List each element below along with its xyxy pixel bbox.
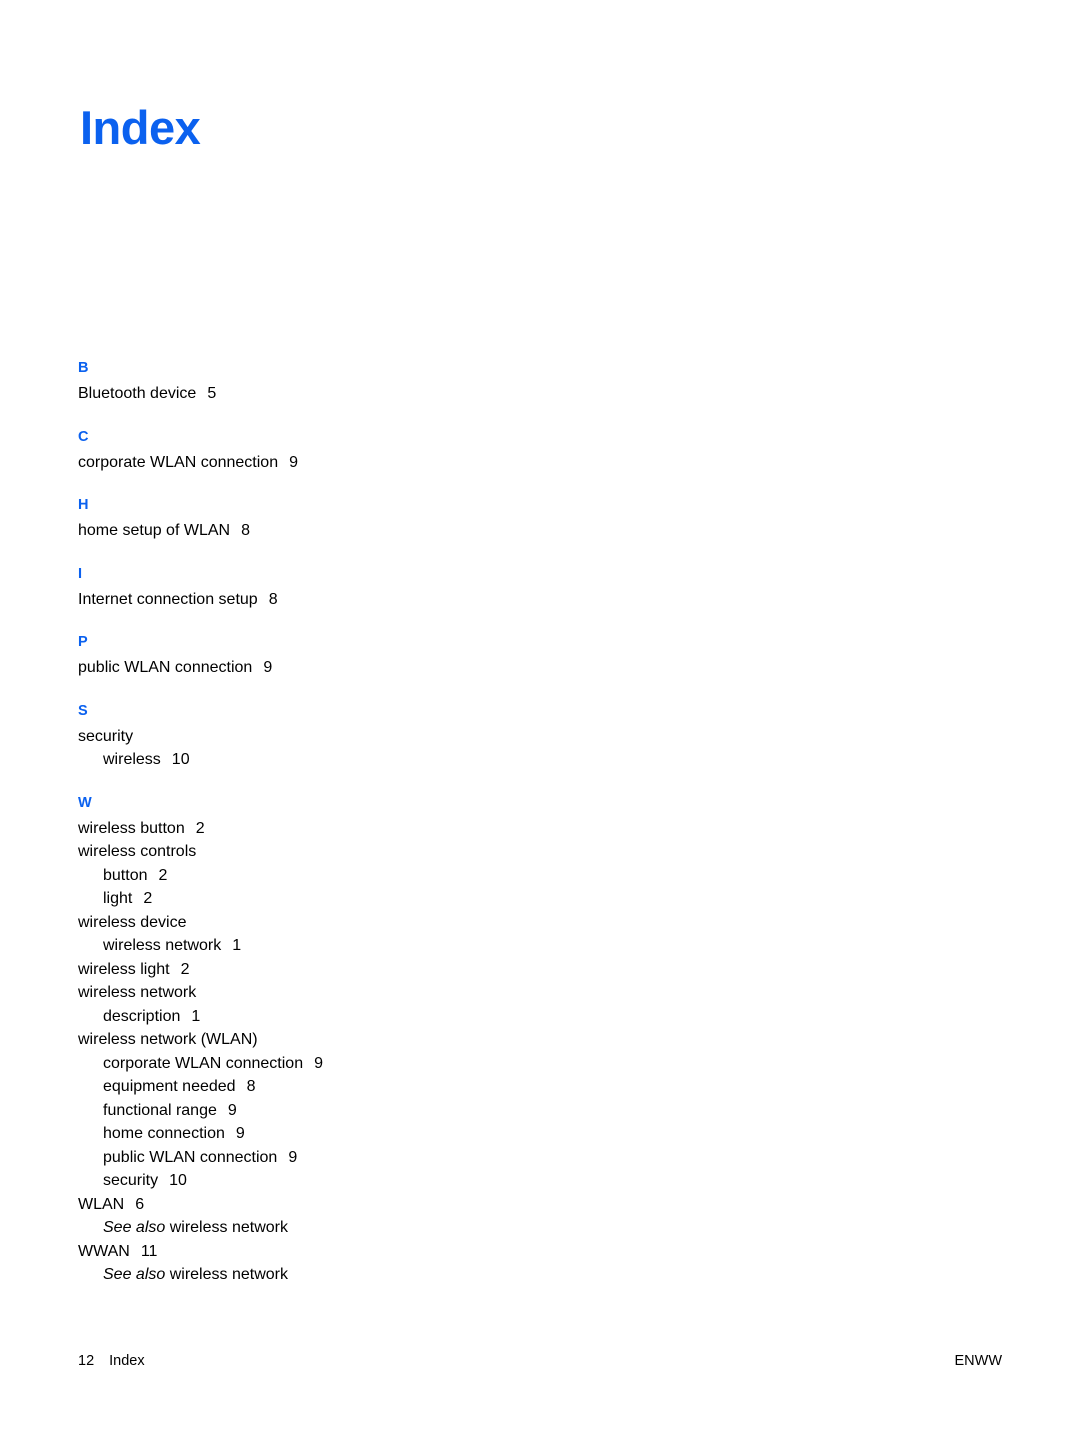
index-entry[interactable]: security 10 bbox=[78, 1169, 498, 1193]
index-entry[interactable]: description 1 bbox=[78, 1005, 498, 1029]
section-letter-i: I bbox=[78, 565, 83, 582]
index-entry-term: equipment needed bbox=[103, 1078, 236, 1095]
index-entry-page-number: 8 bbox=[246, 1078, 256, 1095]
index-entry-page-number: 1 bbox=[191, 1007, 201, 1025]
index-entry[interactable]: See also wireless network bbox=[78, 1263, 498, 1287]
index-entry[interactable]: public WLAN connection 9 bbox=[78, 1146, 498, 1170]
index-entry-term: See also wireless network bbox=[103, 1266, 288, 1283]
index-entry-term: wireless light bbox=[78, 960, 170, 978]
index-entry-term: home setup of WLAN bbox=[78, 522, 231, 539]
footer-section-label: Index bbox=[109, 1353, 145, 1369]
index-entry-term: Bluetooth device bbox=[78, 385, 197, 402]
index-entry[interactable]: WWAN 11 bbox=[78, 1240, 498, 1264]
index-entry-term: wireless button bbox=[78, 819, 185, 837]
index-entry-page-number: 1 bbox=[232, 937, 242, 954]
index-entry[interactable]: corporate WLAN connection 9 bbox=[78, 451, 498, 475]
index-entry[interactable]: wireless network 1 bbox=[78, 934, 498, 958]
section-letter-w: W bbox=[78, 794, 92, 811]
index-entry-page-number: 9 bbox=[288, 1148, 298, 1166]
index-entry-term: WLAN bbox=[78, 1195, 125, 1213]
index-entry-page-number: 9 bbox=[227, 1101, 237, 1119]
index-entry-page-number: 2 bbox=[143, 890, 153, 907]
index-entry[interactable]: Bluetooth device 5 bbox=[78, 382, 498, 406]
index-entry[interactable]: public WLAN connection 9 bbox=[78, 656, 498, 680]
index-entry-page-number: 8 bbox=[268, 590, 278, 608]
index-entry[interactable]: Internet connection setup 8 bbox=[78, 588, 498, 612]
index-section: Ppublic WLAN connection 9 bbox=[78, 632, 498, 680]
index-entry[interactable]: home setup of WLAN 8 bbox=[78, 519, 498, 543]
index-entry-term: wireless bbox=[103, 751, 161, 768]
index-entry-page-number: 10 bbox=[169, 1172, 187, 1189]
index-entry-term: WWAN bbox=[78, 1242, 130, 1260]
index-entry-page-number: 9 bbox=[263, 659, 273, 676]
index-entry[interactable]: WLAN 6 bbox=[78, 1193, 498, 1217]
index-entry-term: public WLAN connection bbox=[78, 659, 253, 676]
index-entry[interactable]: wireless light 2 bbox=[78, 958, 498, 982]
index-entry-page-number: 2 bbox=[195, 819, 205, 837]
index-entry-term: Internet connection setup bbox=[78, 590, 258, 608]
index-entry-page-number: 2 bbox=[180, 960, 190, 978]
index-entry-page-number: 2 bbox=[158, 866, 168, 884]
index-entry[interactable]: security bbox=[78, 725, 498, 749]
index-entry[interactable]: functional range 9 bbox=[78, 1099, 498, 1123]
index-entry-page-number: 9 bbox=[235, 1125, 245, 1142]
index-entry[interactable]: wireless button 2 bbox=[78, 817, 498, 841]
index-entry-term: public WLAN connection bbox=[103, 1148, 278, 1166]
index-section: Ssecurity wireless 10 bbox=[78, 701, 498, 772]
index-entry-term: corporate WLAN connection bbox=[78, 453, 279, 471]
index-entry-term: home connection bbox=[103, 1125, 225, 1142]
index-entry[interactable]: corporate WLAN connection 9 bbox=[78, 1052, 498, 1076]
section-letter-b: B bbox=[78, 360, 89, 376]
index-entry-page-number: 10 bbox=[171, 751, 190, 768]
section-letter-s: S bbox=[78, 702, 88, 719]
index-entry[interactable]: wireless controls bbox=[78, 840, 498, 864]
index-entry[interactable]: light 2 bbox=[78, 887, 498, 911]
index-section: Ccorporate WLAN connection 9 bbox=[78, 427, 498, 475]
index-section: Wwireless button 2 wireless controls button… bbox=[78, 793, 498, 1287]
index-entry-term: button bbox=[103, 866, 148, 884]
index-section: B Bluetooth device 5 bbox=[78, 358, 498, 406]
index-entry[interactable]: See also wireless network bbox=[78, 1216, 498, 1240]
index-entry-term: functional range bbox=[103, 1101, 217, 1119]
index-entry-term: light bbox=[103, 890, 133, 907]
index-entry-term: wireless network (WLAN) bbox=[78, 1031, 258, 1048]
section-letter-c: C bbox=[78, 428, 89, 445]
index-entry-page-number: 8 bbox=[241, 522, 250, 539]
index-entry-term: security bbox=[78, 727, 134, 745]
index-entry-term: security bbox=[103, 1172, 159, 1189]
index-entry-page-number: 9 bbox=[314, 1054, 324, 1072]
footer-page-number: 12 bbox=[78, 1353, 95, 1369]
index-entry[interactable]: equipment needed 8 bbox=[78, 1075, 498, 1099]
index-entry-page-number: 6 bbox=[135, 1195, 145, 1213]
index-entry[interactable]: wireless device bbox=[78, 911, 498, 935]
index-entry-list: B Bluetooth device 5 Ccorporate WLAN connec… bbox=[78, 358, 498, 1287]
page-title: Index bbox=[80, 101, 201, 154]
index-entry[interactable]: button 2 bbox=[78, 864, 498, 888]
index-entry-term: wireless device bbox=[78, 913, 187, 931]
index-entry-page-number: 9 bbox=[289, 453, 299, 471]
index-entry-term: wireless network bbox=[78, 984, 197, 1001]
index-entry-term: description bbox=[103, 1007, 181, 1025]
index-entry[interactable]: home connection 9 bbox=[78, 1122, 498, 1146]
section-letter-h: H bbox=[78, 497, 89, 513]
index-entry-term: corporate WLAN connection bbox=[103, 1054, 304, 1072]
footer-left: 12 Index bbox=[78, 1350, 145, 1372]
index-section: Hhome setup of WLAN 8 bbox=[78, 495, 498, 543]
index-entry[interactable]: wireless network bbox=[78, 981, 498, 1005]
index-section: I Internet connection setup 8 bbox=[78, 564, 498, 612]
index-entry[interactable]: wireless network (WLAN) bbox=[78, 1028, 498, 1052]
footer-locale-label: ENWW bbox=[954, 1353, 1002, 1369]
section-letter-p: P bbox=[78, 634, 88, 650]
index-page: Index B Bluetooth device 5 Ccorporate WLAN … bbox=[0, 0, 1080, 1437]
index-entry-term: See also wireless network bbox=[103, 1219, 288, 1236]
index-entry-page-number: 11 bbox=[140, 1242, 158, 1260]
index-entry-term: wireless network bbox=[103, 937, 222, 954]
index-entry-page-number: 5 bbox=[207, 385, 217, 402]
page-footer: 12 Index ENWW bbox=[78, 1350, 1002, 1372]
index-entry[interactable]: wireless 10 bbox=[78, 748, 498, 772]
index-entry-term: wireless controls bbox=[78, 843, 197, 860]
